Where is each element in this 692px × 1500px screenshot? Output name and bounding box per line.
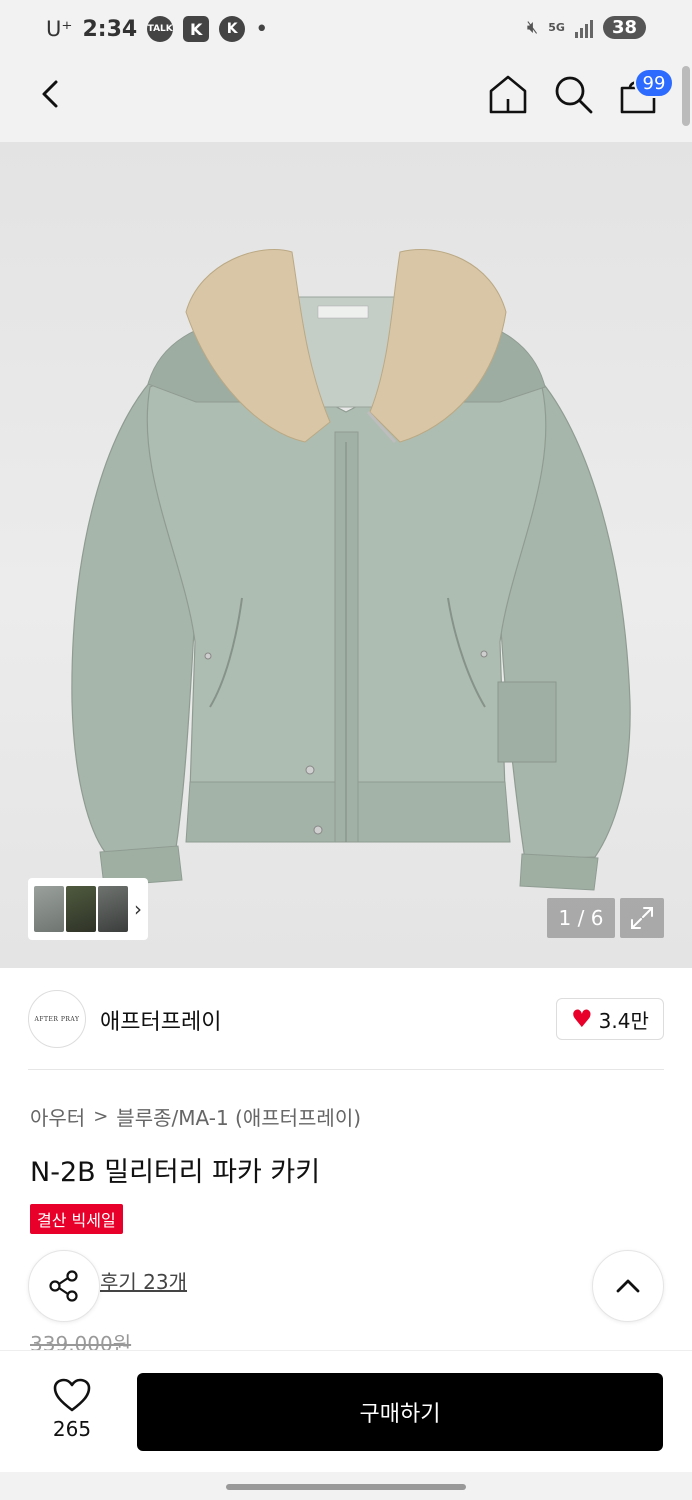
product-image-gallery[interactable]: › 1 / 6: [0, 142, 692, 968]
share-icon: [49, 1270, 78, 1302]
scroll-to-top-button[interactable]: [592, 1250, 664, 1322]
brand-like-count: 3.4만: [598, 1008, 649, 1033]
clock: 2:34: [82, 16, 138, 42]
breadcrumb-separator: >: [93, 1106, 109, 1127]
buy-button[interactable]: 구매하기: [137, 1373, 663, 1451]
heart-filled-icon: ♥: [571, 1005, 593, 1033]
home-icon[interactable]: [486, 72, 530, 116]
app-k-icon: K: [183, 16, 210, 42]
system-nav-bar: [0, 1472, 692, 1500]
expand-icon: [631, 907, 653, 929]
product-image: [71, 249, 631, 891]
home-indicator[interactable]: [226, 1484, 466, 1490]
top-nav-bar: 99: [0, 62, 692, 142]
wishlist-button[interactable]: 265: [40, 1377, 104, 1447]
thumbnail-image[interactable]: [66, 886, 96, 932]
product-title: N-2B 밀리터리 파카 카키: [30, 1157, 321, 1188]
brand-name[interactable]: 애프터프레이: [100, 1004, 221, 1036]
image-page-counter: 1 / 6: [547, 898, 615, 938]
reviews-link[interactable]: 후기 23개: [100, 1266, 187, 1295]
thumbnail-image[interactable]: [34, 886, 64, 932]
chevron-up-icon: [616, 1279, 640, 1293]
more-notifications-icon: •: [255, 16, 269, 42]
heart-icon: [53, 1378, 91, 1412]
mute-icon: 🔇︎: [526, 17, 539, 38]
scrollbar[interactable]: [682, 66, 690, 126]
thumbnail-strip[interactable]: ›: [28, 878, 148, 940]
kakaotalk-icon: TALK: [147, 16, 174, 42]
search-icon[interactable]: [551, 72, 595, 116]
network-type: 5G: [548, 21, 565, 34]
breadcrumb-item[interactable]: 아우터: [30, 1102, 85, 1131]
bottom-action-bar: 265 구매하기: [0, 1350, 692, 1472]
wishlist-count: 265: [52, 1417, 92, 1441]
app-k-round-icon: K: [219, 16, 246, 42]
chevron-left-icon[interactable]: [34, 76, 70, 112]
breadcrumb-item[interactable]: 블루종/MA-1 (애프터프레이): [116, 1102, 361, 1131]
sale-badge: 결산 빅세일: [30, 1204, 123, 1234]
brand-logo[interactable]: AFTER PRAY: [28, 990, 86, 1048]
brand-like-button[interactable]: ♥ 3.4만: [556, 998, 664, 1040]
thumbnail-image[interactable]: [98, 886, 128, 932]
battery-level: 38: [602, 16, 646, 39]
share-button[interactable]: [28, 1250, 100, 1322]
status-bar: U⁺ 2:34 TALK K K • 🔇︎ 5G 38: [0, 0, 692, 62]
expand-image-button[interactable]: [620, 898, 664, 938]
cart-count-badge: 99: [634, 68, 674, 98]
category-breadcrumb: 아우터 > 블루종/MA-1 (애프터프레이): [30, 1102, 361, 1131]
brand-row[interactable]: AFTER PRAY 애프터프레이 ♥ 3.4만: [28, 968, 664, 1070]
chevron-right-icon[interactable]: ›: [134, 897, 142, 921]
signal-icon: [574, 18, 593, 38]
carrier-label: U⁺: [46, 17, 73, 41]
